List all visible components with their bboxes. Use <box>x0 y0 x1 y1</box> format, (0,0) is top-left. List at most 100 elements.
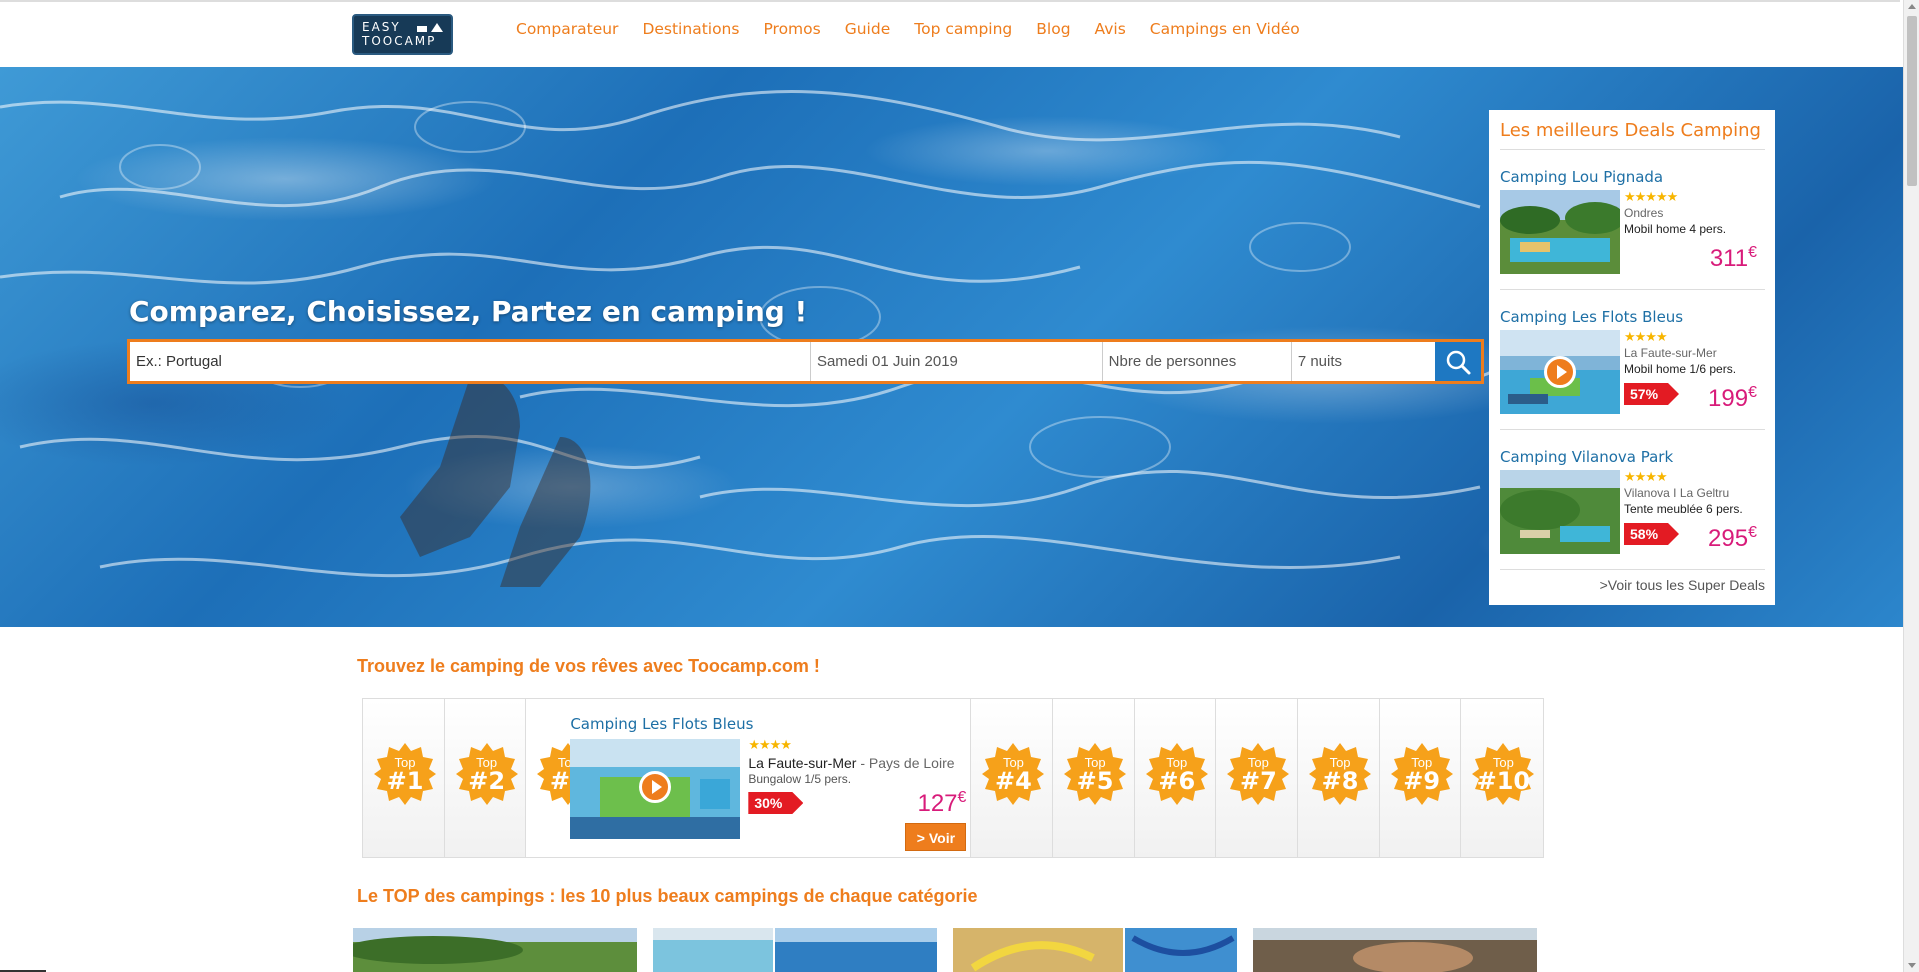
featured-location: La Faute-sur-Mer - Pays de Loire <box>748 755 954 771</box>
voir-button[interactable]: > Voir <box>905 823 967 851</box>
search-bar: Ex.: Portugal Samedi 01 Juin 2019 Nbre d… <box>127 339 1484 384</box>
top-rank-tab[interactable]: Top #7 <box>1216 699 1299 857</box>
rank-number: #4 <box>995 767 1032 795</box>
discount-badge: 57% <box>1624 383 1679 405</box>
rank-word: Top <box>1329 755 1351 770</box>
destination-input[interactable]: Ex.: Portugal <box>130 342 811 381</box>
nav-comparateur[interactable]: Comparateur <box>516 20 618 38</box>
category-photo[interactable] <box>653 928 937 972</box>
rank-badge: Top #5 <box>1064 743 1126 805</box>
top-campings-carousel: Top #1 Top #2 Top #3 Camping Les Flots Bleu… <box>362 698 1544 858</box>
deals-title: Les meilleurs Deals Camping <box>1500 120 1765 150</box>
deal-photo[interactable] <box>1500 470 1620 554</box>
discount-badge: 58% <box>1624 523 1679 545</box>
nav-campings-video[interactable]: Campings en Vidéo <box>1150 20 1300 38</box>
page-scrollbar[interactable] <box>1903 0 1919 972</box>
rank-word: Top <box>476 755 498 770</box>
best-deals-panel: Les meilleurs Deals Camping Camping Lou … <box>1489 110 1775 605</box>
featured-type: Bungalow 1/5 pers. <box>748 772 852 786</box>
top-rank-tab[interactable]: Top #4 <box>971 699 1054 857</box>
rank-badge: Top #7 <box>1227 743 1289 805</box>
deal-currency: € <box>1748 524 1757 541</box>
rank-badge: Top #1 <box>374 743 436 805</box>
deal-card[interactable]: Camping Lou Pignada ★★★★★ Ondres Mobil h… <box>1500 150 1765 290</box>
nav-promos[interactable]: Promos <box>763 20 820 38</box>
deal-stars: ★★★★★ <box>1624 189 1678 204</box>
scroll-up-icon[interactable] <box>1908 4 1916 9</box>
category-photo[interactable] <box>1253 928 1537 972</box>
top-rank-tab[interactable]: Top #8 <box>1298 699 1380 857</box>
top-rank-tab[interactable]: Top #6 <box>1134 699 1217 857</box>
featured-stars: ★★★★ <box>748 737 792 752</box>
rank-word: Top <box>394 755 416 770</box>
rank-number: #7 <box>1239 767 1277 795</box>
top-rank-tab[interactable]: Top #9 <box>1379 699 1462 857</box>
play-video-icon[interactable] <box>1544 356 1576 388</box>
nav-avis[interactable]: Avis <box>1095 20 1126 38</box>
top-featured-card[interactable]: Top #3 Camping Les Flots Bleus ★★★★ La Fa… <box>526 699 972 857</box>
see-all-deals-link[interactable]: >Voir tous les Super Deals <box>1600 577 1765 593</box>
rank-number: #8 <box>1321 767 1359 795</box>
deal-price-value: 295 <box>1708 525 1749 552</box>
top-rank-tab[interactable]: Top #1 <box>363 699 445 857</box>
persons-select[interactable]: Nbre de personnes <box>1103 342 1292 381</box>
tops-section-title: Trouvez le camping de vos rêves avec Too… <box>357 656 820 676</box>
nav-top-camping[interactable]: Top camping <box>914 20 1012 38</box>
rank-number: #9 <box>1403 767 1441 795</box>
deal-name[interactable]: Camping Les Flots Bleus <box>1500 308 1683 326</box>
hero-title: Comparez, Choisissez, Partez en camping … <box>129 295 808 328</box>
deal-card[interactable]: Camping Vilanova Park ★★★★ Vilanova I La… <box>1500 430 1765 570</box>
deal-price: 311€ <box>1710 244 1757 273</box>
scrollbar-thumb[interactable] <box>1907 16 1917 186</box>
rank-word: Top <box>1084 755 1106 770</box>
logo-line1: EASY <box>362 20 401 34</box>
deal-photo[interactable] <box>1500 190 1620 274</box>
deal-type: Mobil home 1/6 pers. <box>1624 362 1737 376</box>
featured-city: La Faute-sur-Mer <box>748 755 857 771</box>
featured-currency: € <box>957 789 967 806</box>
category-photo[interactable] <box>953 928 1237 972</box>
featured-price: 127€ <box>917 789 966 818</box>
search-button[interactable] <box>1435 342 1481 381</box>
date-select[interactable]: Samedi 01 Juin 2019 <box>811 342 1103 381</box>
site-logo[interactable]: EASY TOOCAMP <box>352 14 453 55</box>
deal-name[interactable]: Camping Vilanova Park <box>1500 448 1673 466</box>
deal-city: La Faute-sur-Mer <box>1624 346 1717 360</box>
category-thumbnails <box>353 928 1537 972</box>
top-rank-tab[interactable]: Top #5 <box>1053 699 1135 857</box>
rank-word: Top <box>1411 755 1433 770</box>
deal-currency: € <box>1748 384 1757 401</box>
deal-currency: € <box>1748 244 1757 261</box>
discount-badge: 30% <box>748 792 804 814</box>
rank-badge: Top #8 <box>1309 743 1371 805</box>
rank-number: #5 <box>1076 767 1114 795</box>
top-rank-tab[interactable]: Top #2 <box>444 699 527 857</box>
rank-number: #2 <box>468 767 506 795</box>
top-categories-title: Le TOP des campings : les 10 plus beaux … <box>357 886 978 906</box>
rank-number: #6 <box>1158 767 1196 795</box>
rank-badge: Top #6 <box>1146 743 1208 805</box>
nights-select[interactable]: 7 nuits <box>1292 342 1435 381</box>
featured-price-value: 127 <box>917 790 958 817</box>
top-rank-tab[interactable]: Top #10 <box>1461 699 1544 857</box>
logo-line2: TOOCAMP <box>362 34 437 48</box>
featured-camping-name[interactable]: Camping Les Flots Bleus <box>570 715 753 733</box>
deal-price-value: 311 <box>1709 245 1749 272</box>
rank-number: #10 <box>1476 767 1531 795</box>
deal-card[interactable]: Camping Les Flots Bleus ★★★★ La Faute-su… <box>1500 290 1765 430</box>
tent-icon <box>417 23 443 32</box>
deal-price-value: 199 <box>1708 385 1749 412</box>
nav-destinations[interactable]: Destinations <box>642 20 739 38</box>
nav-guide[interactable]: Guide <box>845 20 891 38</box>
deal-type: Tente meublée 6 pers. <box>1624 502 1743 516</box>
rank-badge: Top #2 <box>456 743 518 805</box>
deal-type: Mobil home 4 pers. <box>1624 222 1727 236</box>
rank-badge: Top #9 <box>1391 743 1453 805</box>
nav-blog[interactable]: Blog <box>1036 20 1070 38</box>
rank-word: Top <box>1247 755 1269 770</box>
main-nav: Comparateur Destinations Promos Guide To… <box>516 20 1324 38</box>
category-photo[interactable] <box>353 928 637 972</box>
featured-region: Pays de Loire <box>868 755 955 771</box>
scroll-down-icon[interactable] <box>1908 963 1916 968</box>
deal-name[interactable]: Camping Lou Pignada <box>1500 168 1663 186</box>
